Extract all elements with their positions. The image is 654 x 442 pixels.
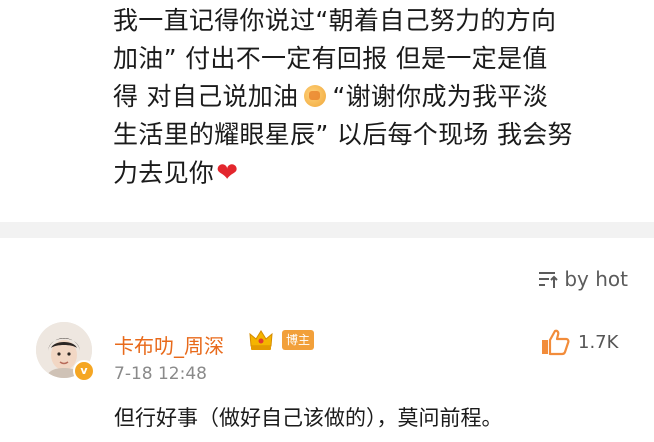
sort-label: by hot [564, 267, 628, 291]
comments-section: by hot v 卡布叻_周深 博主 7-18 12:48 1.7K 但行好事（… [0, 238, 654, 442]
comment-item: v 卡布叻_周深 博主 7-18 12:48 1.7K 但行好事（做好自己该做的… [0, 318, 654, 442]
post-line: 生活里的耀眼星辰” 以后每个现场 我会努 [113, 120, 573, 149]
post-line: 我一直记得你说过“朝着自己努力的方向 [113, 6, 557, 35]
like-count: 1.7K [578, 331, 619, 353]
sort-icon [539, 272, 559, 288]
post-line: 得 对自己说加油 “谢谢你成为我平淡 [113, 78, 653, 116]
post-body: 我一直记得你说过“朝着自己努力的方向 加油” 付出不一定有回报 但是一定是值 得… [0, 0, 654, 222]
comment-timestamp: 7-18 12:48 [114, 364, 207, 384]
crown-icon [249, 330, 273, 350]
fist-emoji-icon [304, 85, 327, 107]
author-badge: 博主 [282, 330, 315, 350]
post-line-segment: 力去见你 [113, 158, 215, 188]
verified-icon: v [73, 360, 95, 382]
post-line: 加油” 付出不一定有回报 但是一定是值 [113, 44, 548, 73]
comment-username[interactable]: 卡布叻_周深 [114, 330, 224, 359]
like-icon [542, 329, 570, 356]
sort-by-hot-button[interactable]: by hot [536, 266, 628, 292]
post-line-segment: 得 对自己说加油 [113, 82, 299, 111]
like-button[interactable]: 1.7K [540, 328, 618, 356]
post-text: 我一直记得你说过“朝着自己努力的方向 加油” 付出不一定有回报 但是一定是值 得… [113, 2, 653, 192]
comment-text: 但行好事（做好自己该做的），莫问前程。 [114, 406, 503, 430]
post-line: 力去见你❤ [113, 154, 653, 192]
heart-emoji-icon: ❤ [216, 158, 239, 188]
post-line-segment: “谢谢你成为我平淡 [332, 82, 549, 111]
